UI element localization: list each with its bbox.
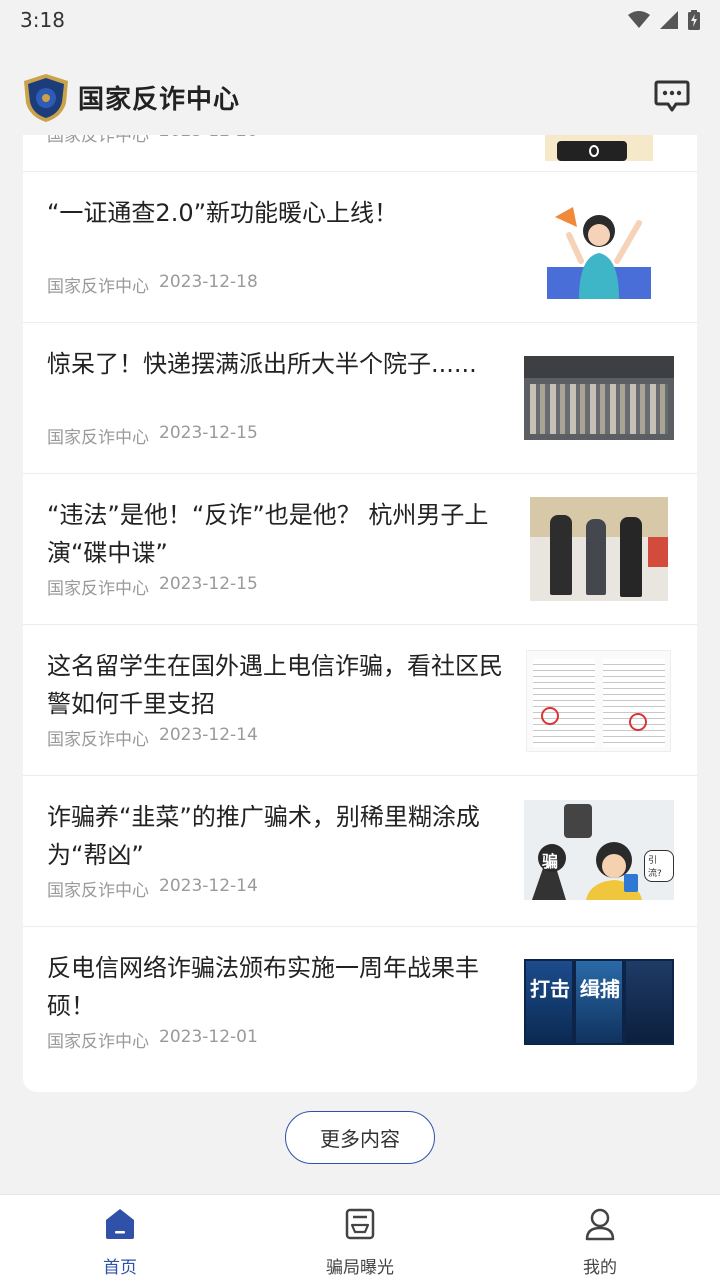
status-icons xyxy=(628,10,700,30)
news-item[interactable]: 这名留学生在国外遇上电信诈骗，看社区民警如何千里支招 国家反诈中心 2023-1… xyxy=(23,625,697,776)
news-item[interactable]: “违法”是他！“反诈”也是他？ 杭州男子上演“碟中谍” 国家反诈中心 2023-… xyxy=(23,474,697,625)
signal-icon xyxy=(660,11,678,29)
news-source: 国家反诈中心 xyxy=(47,579,149,599)
news-thumbnail: 骗 引流? xyxy=(524,800,674,900)
news-meta: 国家反诈中心 2023-12-14 xyxy=(47,876,258,901)
profile-icon xyxy=(585,1208,615,1241)
wifi-icon xyxy=(628,11,650,28)
news-title: “违法”是他！“反诈”也是他？ 杭州男子上演“碟中谍” xyxy=(47,501,489,567)
police-badge-logo xyxy=(24,73,68,122)
news-meta: 国家反诈中心 2023-12-01 xyxy=(47,1027,258,1052)
news-source: 国家反诈中心 xyxy=(47,730,149,750)
news-meta: 国家反诈中心 2023-12-18 xyxy=(47,272,258,297)
news-thumbnail xyxy=(545,135,653,161)
tab-scam-exposure[interactable]: 骗局曝光 xyxy=(240,1195,480,1280)
news-meta: 国家反诈中心 2023-12-15 xyxy=(47,423,258,448)
news-thumbnail xyxy=(526,650,671,752)
thumb-text-hit: 打击 xyxy=(530,977,570,1001)
tab-profile[interactable]: 我的 xyxy=(480,1195,720,1280)
news-thumbnail xyxy=(524,356,674,440)
tab-profile-label: 我的 xyxy=(583,1258,617,1278)
app-header: 国家反诈中心 xyxy=(0,60,720,135)
news-list: 国家反诈中心 2023-12-20 “一证通查2.0”新功能暖心上线！ 国家反诈… xyxy=(23,135,697,1092)
news-title: 惊呆了！快递摆满派出所大半个院子...... xyxy=(47,350,477,378)
news-thumbnail xyxy=(530,497,668,601)
news-source: 国家反诈中心 xyxy=(47,277,149,297)
tab-home-label: 首页 xyxy=(103,1258,137,1278)
news-meta: 国家反诈中心 2023-12-14 xyxy=(47,725,258,750)
news-source: 国家反诈中心 xyxy=(47,135,149,146)
news-source: 国家反诈中心 xyxy=(47,428,149,448)
news-item[interactable]: 惊呆了！快递摆满派出所大半个院子...... 国家反诈中心 2023-12-15 xyxy=(23,323,697,474)
tab-scam-exposure-label: 骗局曝光 xyxy=(326,1258,394,1278)
news-item[interactable]: 诈骗养“韭菜”的推广骗术，别稀里糊涂成为“帮凶” 国家反诈中心 2023-12-… xyxy=(23,776,697,927)
news-thumbnail: 打击 缉捕 xyxy=(524,959,674,1045)
thumb-text-fraud: 骗 xyxy=(542,852,559,871)
news-meta: 国家反诈中心 2023-12-15 xyxy=(47,574,258,599)
news-title: 诈骗养“韭菜”的推广骗术，别稀里糊涂成为“帮凶” xyxy=(47,803,480,869)
more-content-button[interactable]: 更多内容 xyxy=(285,1111,435,1164)
home-icon xyxy=(106,1209,134,1239)
app-title: 国家反诈中心 xyxy=(78,85,241,115)
chat-bubble-icon[interactable] xyxy=(654,80,690,114)
exposure-icon xyxy=(345,1208,375,1240)
news-date: 2023-12-01 xyxy=(159,1027,258,1047)
news-item[interactable]: “一证通查2.0”新功能暖心上线！ 国家反诈中心 2023-12-18 xyxy=(23,172,697,323)
news-date: 2023-12-15 xyxy=(159,423,258,443)
battery-icon xyxy=(688,10,700,30)
news-item[interactable]: 国家反诈中心 2023-12-20 xyxy=(23,135,697,172)
news-date: 2023-12-18 xyxy=(159,272,258,292)
bottom-nav: 首页 骗局曝光 我的 xyxy=(0,1194,720,1280)
thumb-text-what: 引流? xyxy=(644,850,674,882)
news-item[interactable]: 反电信网络诈骗法颁布实施一周年战果丰硕！ 国家反诈中心 2023-12-01 打… xyxy=(23,927,697,1078)
news-date: 2023-12-14 xyxy=(159,725,258,745)
status-bar: 3:18 xyxy=(0,0,720,40)
status-time: 3:18 xyxy=(20,8,65,32)
news-title: 这名留学生在国外遇上电信诈骗，看社区民警如何千里支招 xyxy=(47,652,503,718)
news-title: 反电信网络诈骗法颁布实施一周年战果丰硕！ xyxy=(47,954,479,1020)
news-date: 2023-12-14 xyxy=(159,876,258,896)
thumb-text-catch: 缉捕 xyxy=(580,977,620,1001)
news-meta: 国家反诈中心 2023-12-20 xyxy=(47,135,258,146)
news-date: 2023-12-20 xyxy=(159,135,258,146)
news-source: 国家反诈中心 xyxy=(47,881,149,901)
tab-home[interactable]: 首页 xyxy=(0,1195,240,1280)
news-date: 2023-12-15 xyxy=(159,574,258,594)
news-title: “一证通查2.0”新功能暖心上线！ xyxy=(47,199,399,227)
news-thumbnail xyxy=(547,195,651,299)
news-source: 国家反诈中心 xyxy=(47,1032,149,1052)
